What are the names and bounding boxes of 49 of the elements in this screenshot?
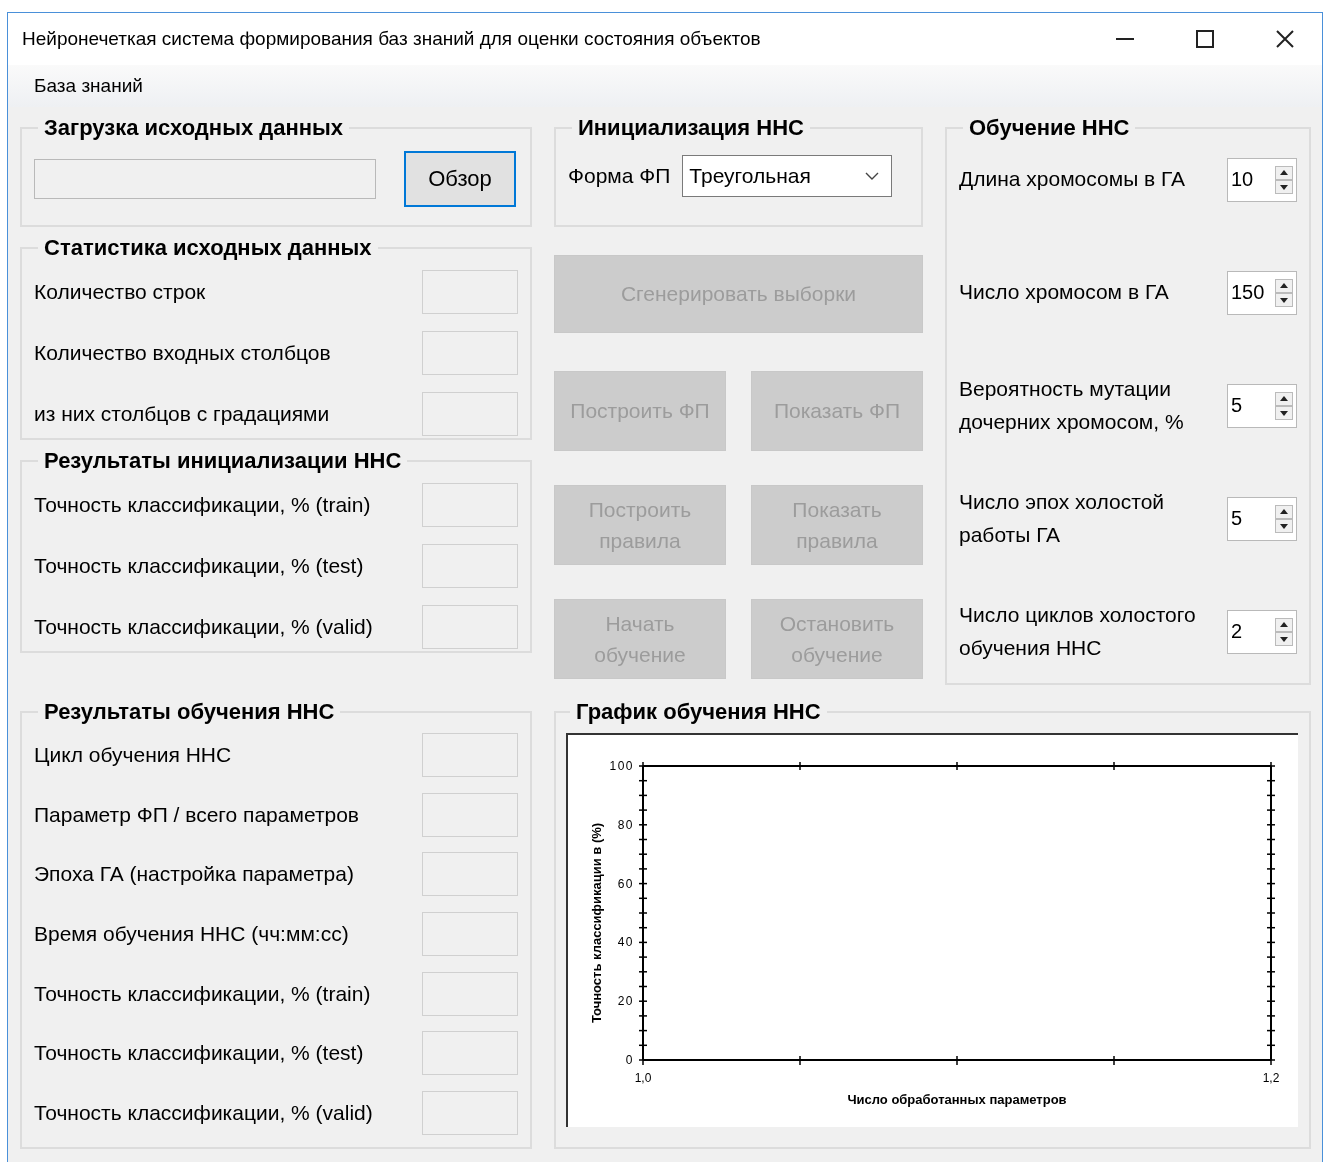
field-label: Точность классификации, % (train) (34, 492, 371, 517)
field-label: Количество строк (34, 279, 206, 304)
field-label: Цикл обучения ННС (34, 742, 232, 767)
group-title: Обучение ННС (968, 115, 1131, 141)
close-icon[interactable] (1276, 30, 1294, 48)
number-spinner[interactable]: 5 (1227, 496, 1297, 541)
browse-button[interactable]: Обзор (404, 151, 516, 207)
file-path-field[interactable] (34, 159, 376, 199)
number-spinner[interactable]: 5 (1227, 383, 1297, 428)
field-label: Точность классификации, % (test) (34, 553, 364, 578)
number-spinner[interactable]: 2 (1227, 609, 1297, 654)
x-tick-label: 1,2 (1262, 1071, 1280, 1085)
field-label: Число циклов холостого обучения ННС (959, 601, 1197, 661)
y-tick-label: 80 (617, 817, 634, 832)
field-label: Форма ФП (568, 164, 671, 188)
field-label: Число эпох холостой работы ГА (959, 488, 1166, 548)
field-label: Эпоха ГА (настройка параметра) (34, 862, 354, 887)
maximize-icon[interactable] (1196, 30, 1214, 48)
y-axis-title: Точность классификации в (%) (589, 822, 604, 1024)
field-label: Параметр ФП / всего параметров (34, 802, 360, 827)
y-tick-label: 20 (617, 994, 634, 1009)
window-title: Нейронечеткая система формирования баз знаний для оценки состояния объектов (22, 28, 761, 50)
menu-item[interactable]: База знаний (34, 75, 143, 97)
group-title: Результаты инициализации ННС (43, 448, 403, 474)
field-label: Вероятность мутации дочерних хромосом, % (959, 375, 1185, 435)
x-tick-label: 1,0 (634, 1071, 652, 1085)
y-tick-label: 40 (617, 935, 634, 950)
y-tick-label: 60 (617, 876, 634, 891)
y-tick-label: 100 (609, 759, 634, 773)
shape-dropdown[interactable]: Треугольная (682, 155, 893, 197)
field-label: Число хромосом в ГА (959, 279, 1170, 306)
field-label: Время обучения ННС (чч:мм:сс) (34, 921, 349, 946)
field-label: Точность классификации, % (valid) (34, 614, 373, 639)
group-title: Загрузка исходных данных (43, 115, 345, 141)
field-label: Точность классификации, % (test) (34, 1041, 364, 1066)
group-title: Статистика исходных данных (43, 235, 373, 261)
field-label: Количество входных столбцов (34, 340, 331, 365)
field-label: Длина хромосомы в ГА (959, 166, 1187, 193)
y-tick-label: 0 (625, 1053, 634, 1067)
number-spinner[interactable]: 10 (1227, 157, 1297, 202)
group-title: Результаты обучения ННС (43, 699, 336, 725)
field-label: Точность классификации, % (train) (34, 981, 371, 1006)
group-title: График обучения ННС (575, 699, 822, 725)
x-axis-title: Число обработанных параметров (847, 1092, 1067, 1107)
field-label: из них столбцов с градациями (34, 401, 330, 426)
chevron-down-icon (865, 172, 880, 180)
group-title: Инициализация ННС (577, 115, 805, 141)
field-label: Точность классификации, % (valid) (34, 1100, 373, 1125)
number-spinner[interactable]: 150 (1227, 270, 1297, 315)
